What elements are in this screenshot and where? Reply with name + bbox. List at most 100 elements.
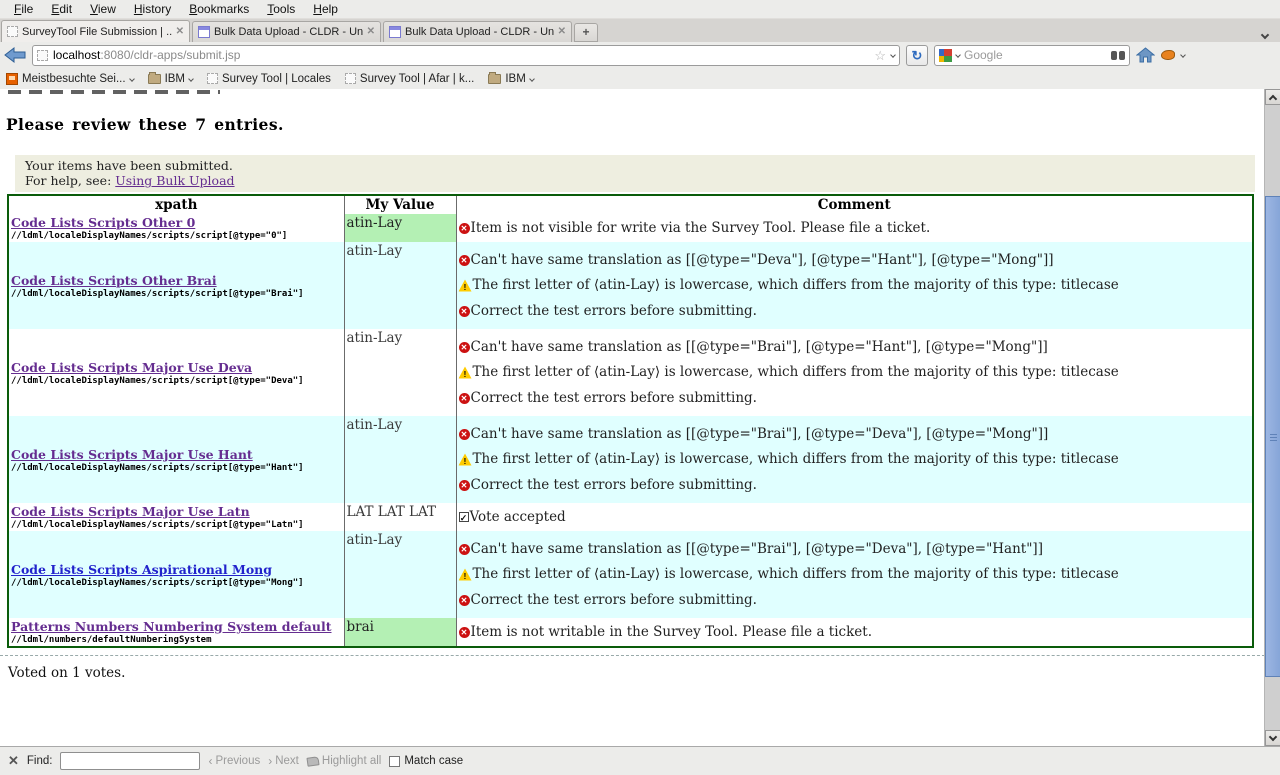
comment-text: Item is not visible for write via the Su… — [471, 220, 931, 237]
value-cell: atin-Lay — [344, 416, 456, 503]
find-next-button[interactable]: ›Next — [268, 754, 299, 768]
comment-text: The first letter of ⟨atin-Lay⟩ is lowerc… — [473, 277, 1119, 294]
xpath-link[interactable]: Code Lists Scripts Major Use Deva — [11, 360, 342, 375]
bookmark-survey-tool-afar[interactable]: Survey Tool | Afar | k... — [345, 73, 474, 85]
tab-close-icon[interactable]: ✕ — [558, 27, 566, 37]
value-cell: LAT LAT LAT — [344, 503, 456, 531]
find-input[interactable] — [60, 752, 200, 770]
search-bar[interactable]: Google — [934, 45, 1130, 66]
tab-bulk-data-upload-1[interactable]: Bulk Data Upload - CLDR - Un... ✕ — [192, 21, 381, 42]
url-bar[interactable]: localhost:8080/cldr-apps/submit.jsp ☆ — [32, 45, 900, 66]
error-icon — [459, 544, 470, 555]
search-engine-dropdown-icon[interactable] — [955, 52, 961, 58]
home-button[interactable] — [1136, 47, 1155, 63]
url-path: :8080/cldr-apps/submit.jsp — [100, 48, 240, 62]
comment-item: Can't have same translation as [[@type="… — [459, 252, 1251, 269]
scroll-up-icon[interactable] — [1265, 89, 1280, 105]
highlight-all-button[interactable]: Highlight all — [307, 755, 381, 767]
comment-cell: Can't have same translation as [[@type="… — [456, 416, 1253, 503]
scroll-down-icon[interactable] — [1265, 730, 1280, 746]
match-case-checkbox[interactable] — [389, 756, 400, 767]
placeholder-favicon-icon — [7, 26, 18, 37]
xpath-cell: Code Lists Scripts Other Brai //ldml/loc… — [8, 242, 344, 329]
scrollbar-thumb[interactable] — [1265, 196, 1280, 677]
menu-history[interactable]: History — [126, 0, 179, 18]
error-icon — [459, 595, 470, 606]
error-icon — [459, 306, 470, 317]
highlighter-icon — [306, 756, 319, 767]
comment-text: Correct the test errors before submittin… — [471, 303, 757, 320]
menu-edit[interactable]: Edit — [43, 0, 80, 18]
google-logo-icon[interactable] — [939, 49, 952, 62]
tab-title: Bulk Data Upload - CLDR - Un... — [405, 26, 554, 38]
list-all-tabs-icon[interactable] — [1262, 25, 1276, 37]
tab-close-icon[interactable]: ✕ — [367, 27, 375, 37]
bookmark-folder-ibm-1[interactable]: IBM — [148, 73, 193, 85]
menubar: File Edit View History Bookmarks Tools H… — [0, 0, 1280, 19]
error-icon — [459, 223, 470, 234]
xpath-cell: Patterns Numbers Numbering System defaul… — [8, 618, 344, 647]
menu-help[interactable]: Help — [305, 0, 346, 18]
header-my-value: My Value — [344, 195, 456, 214]
tab-title: Bulk Data Upload - CLDR - Un... — [214, 26, 363, 38]
bookmark-most-visited[interactable]: Meistbesuchte Sei... — [6, 73, 134, 85]
tab-bulk-data-upload-2[interactable]: Bulk Data Upload - CLDR - Un... ✕ — [383, 21, 572, 42]
find-previous-button[interactable]: ‹Previous — [208, 754, 260, 768]
voted-summary: Voted on 1 votes. — [8, 665, 1280, 681]
xpath-link[interactable]: Code Lists Scripts Other 0 — [11, 215, 342, 230]
value-cell: atin-Lay — [344, 329, 456, 416]
folder-icon — [148, 74, 161, 84]
value-cell: atin-Lay — [344, 242, 456, 329]
vertical-scrollbar[interactable] — [1264, 89, 1280, 746]
page-content: Please review these 7 entries. Your item… — [0, 89, 1280, 746]
menu-view[interactable]: View — [82, 0, 124, 18]
previous-arrow-icon: ‹ — [208, 754, 212, 768]
menu-file[interactable]: File — [6, 0, 41, 18]
url-dropdown-icon[interactable] — [890, 52, 896, 58]
bookmark-star-icon[interactable]: ☆ — [874, 49, 886, 62]
close-icon[interactable]: ✕ — [8, 753, 19, 769]
using-bulk-upload-link[interactable]: Using Bulk Upload — [115, 173, 234, 188]
search-go-icon[interactable] — [1111, 51, 1125, 60]
table-row: Code Lists Scripts Major Use Hant //ldml… — [8, 416, 1253, 503]
xpath-link[interactable]: Patterns Numbers Numbering System defaul… — [11, 619, 342, 634]
comment-cell: Vote accepted — [456, 503, 1253, 531]
find-label: Find: — [27, 755, 53, 767]
url-domain: localhost — [53, 48, 100, 62]
tab-close-icon[interactable]: ✕ — [176, 27, 184, 37]
warning-icon — [459, 569, 472, 581]
chevron-down-icon — [188, 76, 194, 82]
match-case-option[interactable]: Match case — [389, 755, 463, 767]
menu-bookmarks[interactable]: Bookmarks — [181, 0, 257, 18]
comment-item: The first letter of ⟨atin-Lay⟩ is lowerc… — [459, 277, 1251, 294]
xpath-link[interactable]: Code Lists Scripts Aspirational Mong — [11, 562, 342, 577]
find-bar: ✕ Find: ‹Previous ›Next Highlight all Ma… — [0, 746, 1280, 775]
table-header-row: xpath My Value Comment — [8, 195, 1253, 214]
page-title: Please review these 7 entries. — [6, 115, 1280, 134]
search-placeholder: Google — [964, 48, 1107, 62]
xpath-link[interactable]: Code Lists Scripts Major Use Hant — [11, 447, 342, 462]
menu-tools[interactable]: Tools — [259, 0, 303, 18]
comment-text: Correct the test errors before submittin… — [471, 592, 757, 609]
bookmark-folder-ibm-2[interactable]: IBM — [488, 73, 533, 85]
new-tab-button[interactable]: + — [574, 23, 598, 42]
addon-icon[interactable] — [1161, 50, 1175, 60]
back-button[interactable] — [4, 46, 26, 64]
xpath-cell: Code Lists Scripts Major Use Deva //ldml… — [8, 329, 344, 416]
bookmark-label: IBM — [505, 73, 525, 85]
previous-label: Previous — [215, 755, 260, 767]
comment-text: Can't have same translation as [[@type="… — [471, 541, 1043, 558]
tab-surveytool-file-submission[interactable]: SurveyTool File Submission | ... ✕ — [1, 20, 190, 42]
xpath-link[interactable]: Code Lists Scripts Other Brai — [11, 273, 342, 288]
xpath-path: //ldml/localeDisplayNames/scripts/script… — [11, 376, 342, 386]
toolbar-overflow-icon[interactable] — [1180, 52, 1186, 58]
table-row: Code Lists Scripts Other Brai //ldml/loc… — [8, 242, 1253, 329]
reload-button[interactable]: ↻ — [906, 45, 928, 66]
xpath-link[interactable]: Code Lists Scripts Major Use Latn — [11, 504, 342, 519]
bookmarks-bar: Meistbesuchte Sei... IBM Survey Tool | L… — [0, 68, 1280, 90]
comment-item: Correct the test errors before submittin… — [459, 303, 1251, 320]
comment-item: Item is not visible for write via the Su… — [459, 220, 1251, 237]
notice-line1: Your items have been submitted. — [25, 158, 1245, 173]
bookmark-survey-tool-locales[interactable]: Survey Tool | Locales — [207, 73, 331, 85]
next-label: Next — [275, 755, 299, 767]
